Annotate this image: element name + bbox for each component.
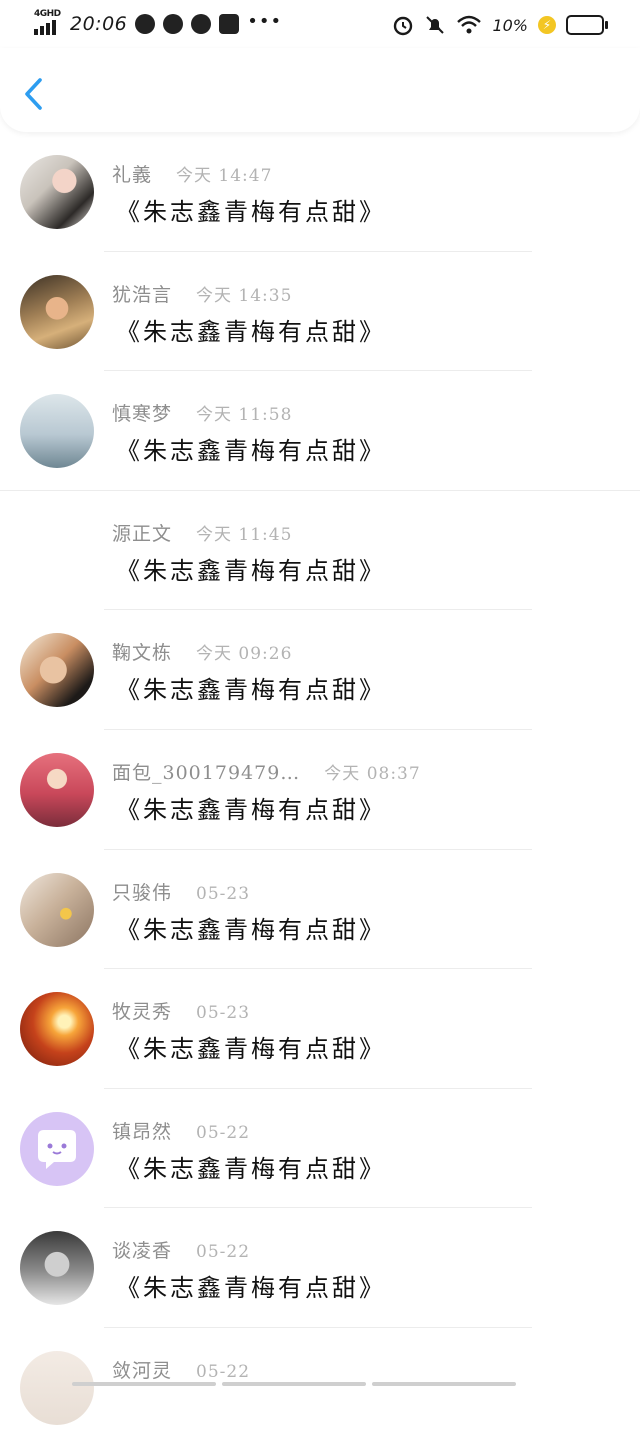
back-button[interactable] <box>18 74 52 114</box>
message-text: 《朱志鑫青梅有点甜》 <box>116 1274 386 1303</box>
message-time: 05-23 <box>196 1003 251 1024</box>
list-item[interactable]: 鞠文栋 今天 09:26 《朱志鑫青梅有点甜》 <box>0 610 640 730</box>
message-text: 《朱志鑫青梅有点甜》 <box>116 676 386 705</box>
sender-name: 慎寒梦 <box>112 403 173 426</box>
avatar[interactable] <box>20 633 94 708</box>
list-item[interactable]: 只骏伟 05-23 《朱志鑫青梅有点甜》 <box>0 850 640 970</box>
list-item[interactable]: 谈凌香 05-22 《朱志鑫青梅有点甜》 <box>0 1208 640 1328</box>
battery-icon <box>566 15 608 35</box>
charging-icon: ⚡ <box>538 16 556 34</box>
scroll-indicator <box>72 1382 516 1386</box>
list-item[interactable]: 礼義 今天 14:47 《朱志鑫青梅有点甜》 <box>0 132 640 252</box>
message-list: 礼義 今天 14:47 《朱志鑫青梅有点甜》 犹浩言 今天 14:35 《朱志鑫… <box>0 132 640 1448</box>
message-text: 《朱志鑫青梅有点甜》 <box>116 795 386 824</box>
message-text: 《朱志鑫青梅有点甜》 <box>116 317 386 346</box>
message-text: 《朱志鑫青梅有点甜》 <box>116 1154 386 1183</box>
wallet-icon <box>219 14 240 34</box>
cat-icon <box>191 14 212 34</box>
message-text: 《朱志鑫青梅有点甜》 <box>116 437 386 466</box>
message-text: 《朱志鑫青梅有点甜》 <box>116 556 386 585</box>
message-text: 《朱志鑫青梅有点甜》 <box>116 1035 386 1064</box>
clock: 20:06 <box>70 13 128 35</box>
sender-name: 犹浩言 <box>112 283 173 306</box>
message-time: 05-22 <box>196 1361 251 1382</box>
sender-name: 礼義 <box>112 164 153 186</box>
message-time: 05-23 <box>196 883 251 904</box>
signal-icon: 4GHD <box>34 9 62 35</box>
mute-bell-icon <box>426 16 445 34</box>
avatar[interactable] <box>20 872 94 947</box>
battery-percent: 10% <box>492 15 528 35</box>
status-bar: 4GHD 20:06 ••• 10% ⚡ <box>0 0 640 48</box>
message-time: 今天 14:35 <box>196 285 293 306</box>
chat-bubble-icon <box>38 1129 76 1169</box>
message-time: 今天 14:47 <box>176 166 273 186</box>
alarm-icon <box>394 16 413 36</box>
sender-name: 牧灵秀 <box>112 1001 173 1024</box>
message-time: 今天 11:45 <box>196 524 293 545</box>
more-icon: ••• <box>247 10 283 32</box>
list-item[interactable]: 犹浩言 今天 14:35 《朱志鑫青梅有点甜》 <box>0 252 640 372</box>
message-time: 05-22 <box>196 1122 251 1143</box>
fan-icon <box>163 14 184 34</box>
sender-name: 只骏伟 <box>112 881 173 904</box>
avatar[interactable] <box>20 155 94 229</box>
avatar[interactable] <box>20 274 94 349</box>
chevron-left-icon <box>25 78 42 110</box>
sender-name: 敛河灵 <box>112 1359 173 1382</box>
list-item[interactable]: 敛河灵 05-22 <box>0 1328 640 1448</box>
message-text: 《朱志鑫青梅有点甜》 <box>116 915 386 944</box>
list-item[interactable]: 源正文 今天 11:45 《朱志鑫青梅有点甜》 <box>0 491 640 611</box>
sender-name: 镇昂然 <box>112 1120 173 1143</box>
avatar[interactable] <box>20 1350 94 1425</box>
list-item[interactable]: 牧灵秀 05-23 《朱志鑫青梅有点甜》 <box>0 969 640 1089</box>
network-type: 4GHD <box>34 9 61 19</box>
message-time: 05-22 <box>196 1242 251 1263</box>
wifi-icon <box>457 15 482 34</box>
avatar[interactable] <box>20 394 94 469</box>
message-time: 今天 09:26 <box>196 644 293 665</box>
list-item[interactable]: 慎寒梦 今天 11:58 《朱志鑫青梅有点甜》 <box>0 371 640 491</box>
audio-icon <box>135 14 156 34</box>
list-item[interactable]: 面包_300179479… 今天 08:37 《朱志鑫青梅有点甜》 <box>0 730 640 850</box>
sender-name: 鞠文栋 <box>112 642 173 665</box>
message-time: 今天 11:58 <box>196 405 293 426</box>
sender-name: 谈凌香 <box>112 1240 173 1263</box>
message-time: 今天 08:37 <box>324 763 421 784</box>
sender-name: 源正文 <box>112 522 173 545</box>
avatar[interactable] <box>20 1111 94 1186</box>
avatar[interactable] <box>20 1231 94 1306</box>
avatar[interactable] <box>20 752 94 827</box>
sender-name: 面包_300179479… <box>112 761 301 784</box>
list-item[interactable]: 镇昂然 05-22 《朱志鑫青梅有点甜》 <box>0 1089 640 1209</box>
nav-bar <box>0 48 640 132</box>
avatar[interactable] <box>20 992 94 1067</box>
message-text: 《朱志鑫青梅有点甜》 <box>116 198 386 226</box>
